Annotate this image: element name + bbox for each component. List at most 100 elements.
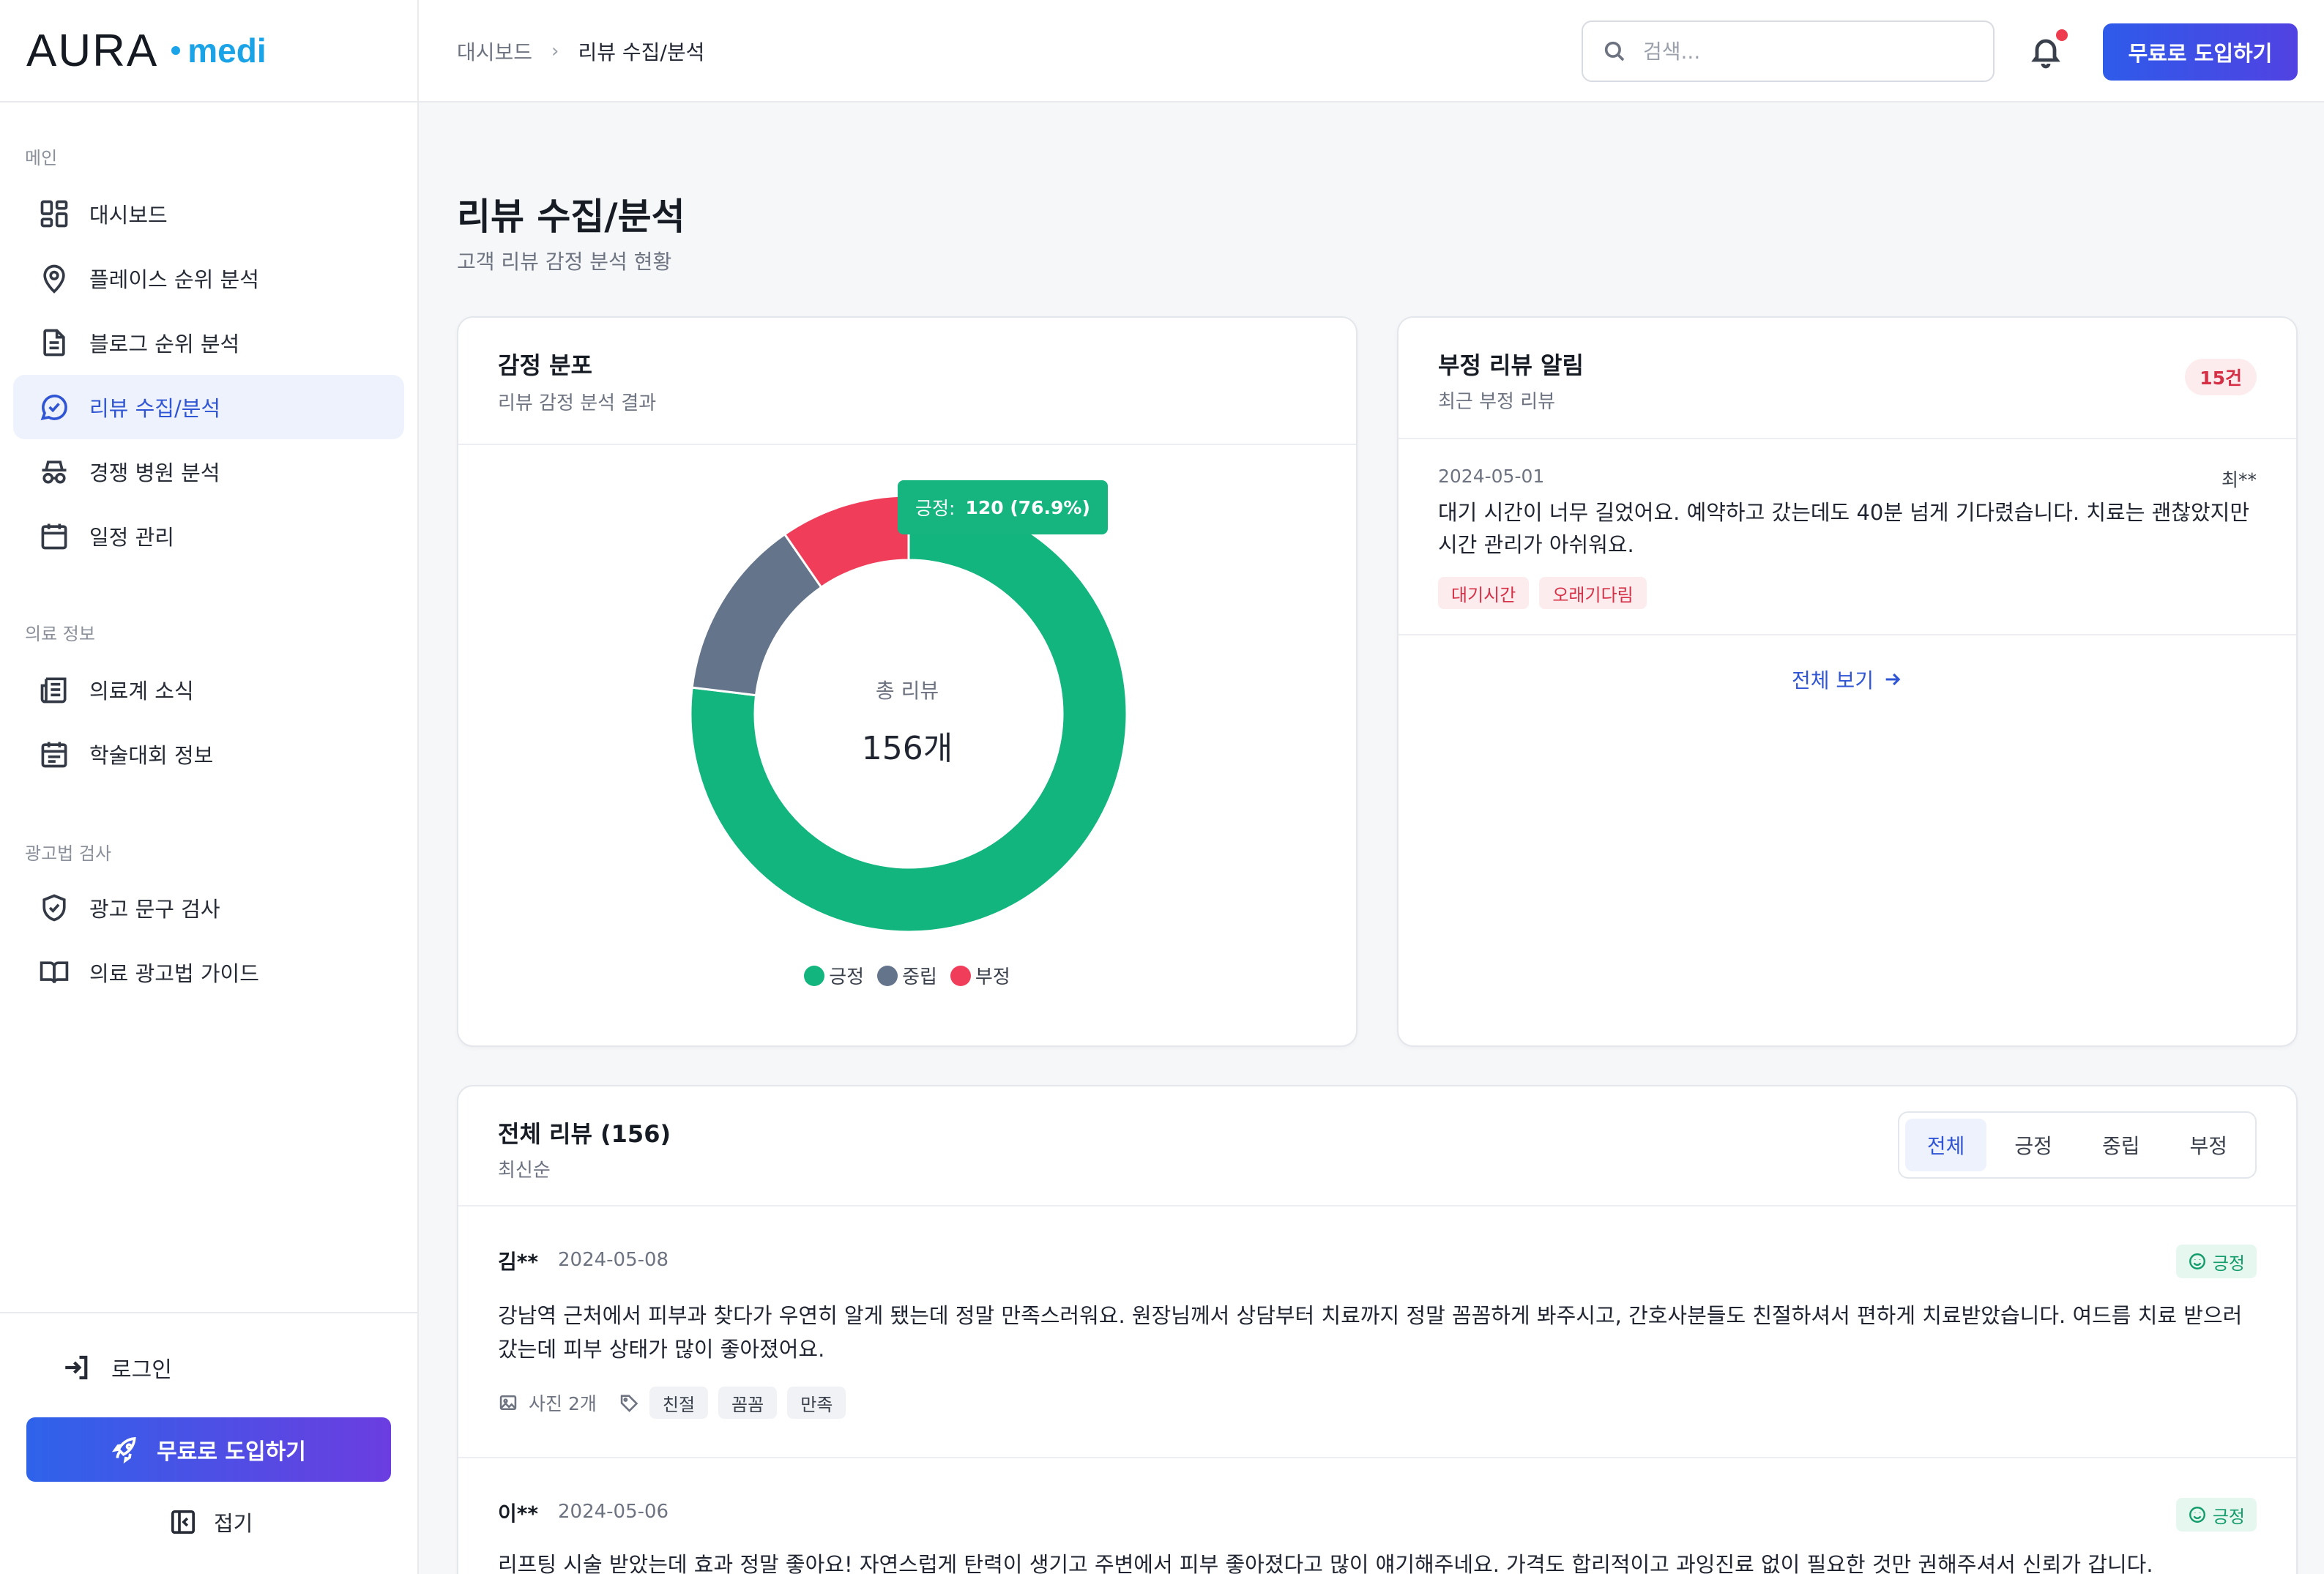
review-tag: 친절 — [649, 1387, 709, 1419]
notification-button[interactable] — [2028, 29, 2068, 69]
review-tag: 대기시간 — [1438, 577, 1530, 609]
sidebar-item-label: 학술대회 정보 — [89, 743, 214, 768]
calendar-icon — [41, 523, 67, 550]
photo-count: 사진 2개 — [529, 1393, 597, 1414]
legend-item-neutral[interactable]: 중립 — [877, 962, 937, 989]
sidebar-item-label: 블로그 순위 분석 — [89, 332, 240, 357]
sidebar-item-label: 리뷰 수집/분석 — [89, 396, 221, 421]
review-date: 2024-05-01 — [1438, 466, 1545, 487]
filter-positive[interactable]: 긍정 — [1992, 1119, 2074, 1171]
legend-label: 긍정 — [829, 966, 865, 988]
legend-label: 부정 — [975, 966, 1010, 988]
sidebar-item-label: 의료계 소식 — [89, 679, 194, 704]
sidebar-item-blog-ranking[interactable]: 블로그 순위 분석 — [13, 310, 404, 375]
logo[interactable]: AURA medi — [0, 0, 417, 102]
section-label-main: 메인 — [25, 148, 58, 168]
chart-tooltip: 긍정: 120 (76.9%) — [898, 480, 1108, 534]
image-icon — [499, 1395, 517, 1411]
login-label: 로그인 — [111, 1357, 172, 1383]
sidebar-item-competitor-analysis[interactable]: 경쟁 병원 분석 — [13, 439, 404, 504]
logo-dot-icon — [171, 46, 181, 55]
sidebar-cta-button[interactable]: 무료로 도입하기 — [26, 1417, 391, 1482]
sidebar-item-label: 대시보드 — [89, 203, 168, 228]
tag-icon — [620, 1395, 638, 1412]
sidebar-item-schedule[interactable]: 일정 관리 — [13, 504, 404, 568]
review-author: 최** — [2221, 469, 2257, 491]
sidebar-item-medical-news[interactable]: 의료계 소식 — [13, 657, 404, 722]
filter-all[interactable]: 전체 — [1904, 1119, 1987, 1171]
sidebar-item-label: 경쟁 병원 분석 — [89, 460, 220, 485]
login-icon — [65, 1355, 88, 1380]
donut-chart — [689, 494, 1128, 933]
breadcrumb-current: 리뷰 수집/분석 — [578, 40, 705, 64]
tooltip-value: 120 (76.9%) — [965, 496, 1090, 518]
collapse-button[interactable]: 접기 — [168, 1507, 253, 1537]
donut-center-label: 총 리뷰 — [875, 679, 939, 703]
tooltip-label: 긍정: — [915, 498, 956, 519]
document-icon — [43, 329, 65, 357]
review-author: 김** — [498, 1250, 539, 1274]
breadcrumb-home[interactable]: 대시보드 — [457, 37, 532, 66]
header-cta-button[interactable]: 무료로 도입하기 — [2103, 23, 2298, 81]
arrow-right-icon — [1885, 673, 1901, 686]
chat-check-icon — [40, 395, 67, 421]
rocket-icon — [112, 1436, 136, 1464]
card-title: 감정 분포 — [498, 351, 592, 379]
shield-check-icon — [42, 894, 66, 922]
card-title: 부정 리뷰 알림 — [1438, 351, 1584, 379]
notification-dot — [2056, 29, 2068, 41]
review-tag: 오래기다림 — [1539, 577, 1647, 609]
spy-icon — [42, 460, 67, 484]
card-subtitle: 리뷰 감정 분석 결과 — [498, 392, 657, 414]
legend-label: 중립 — [902, 966, 937, 988]
legend-dot — [804, 965, 825, 986]
sidebar-item-review-analysis[interactable]: 리뷰 수집/분석 — [13, 375, 404, 439]
map-pin-icon — [43, 264, 65, 294]
sidebar-item-place-ranking[interactable]: 플레이스 순위 분석 — [13, 246, 404, 310]
sentiment-distribution-card: 감정 분포 리뷰 감정 분석 결과 총 리뷰 156개 긍정: 120 (76.… — [457, 316, 1357, 1047]
search-icon — [1604, 41, 1625, 61]
review-text: 강남역 근처에서 피부과 찾다가 우연히 알게 됐는데 정말 만족스러워요. 원… — [498, 1303, 2243, 1362]
logo-wordmark: AURA — [26, 25, 159, 76]
chevron-right-icon: › — [551, 40, 559, 62]
card-subtitle: 최근 부정 리뷰 — [1438, 391, 1556, 413]
see-all-link[interactable]: 전체 보기 — [1399, 665, 2296, 694]
card-divider — [458, 444, 1356, 445]
card-title: 전체 리뷰 (156) — [498, 1120, 671, 1148]
section-label-medical-info: 의료 정보 — [25, 624, 95, 644]
sidebar-footer: 로그인 무료로 도입하기 접기 — [0, 1312, 419, 1574]
smile-icon — [2189, 1253, 2205, 1269]
review-meta: 사진 2개 친절 꼼꼼 만족 — [498, 1387, 846, 1419]
breadcrumb: 대시보드 › 리뷰 수집/분석 — [457, 37, 704, 66]
filter-neutral[interactable]: 중립 — [2080, 1119, 2162, 1171]
sidebar-item-ad-copy-check[interactable]: 광고 문구 검사 — [13, 876, 404, 940]
filter-negative[interactable]: 부정 — [2167, 1119, 2249, 1171]
review-divider — [458, 1457, 2296, 1458]
sentiment-badge: 긍정 — [2175, 1245, 2257, 1278]
sidebar-item-label: 광고 문구 검사 — [89, 897, 220, 922]
review-tags: 대기시간 오래기다림 — [1438, 577, 1647, 609]
sidebar-item-label: 플레이스 순위 분석 — [89, 267, 259, 292]
negative-review-alert-card: 부정 리뷰 알림 최근 부정 리뷰 15건 2024-05-01 최** 대기 … — [1397, 316, 2298, 1047]
review-text: 대기 시간이 너무 길었어요. 예약하고 갔는데도 40분 넘게 기다렸습니다.… — [1438, 500, 2250, 557]
sidebar-item-label: 일정 관리 — [89, 525, 174, 550]
review-date: 2024-05-08 — [558, 1249, 669, 1271]
sidebar-item-conference-info[interactable]: 학술대회 정보 — [13, 722, 404, 786]
legend-item-positive[interactable]: 긍정 — [804, 962, 864, 989]
sidebar-item-dashboard[interactable]: 대시보드 — [13, 182, 404, 246]
card-subtitle: 최신순 — [498, 1160, 551, 1182]
all-reviews-card: 전체 리뷰 (156) 최신순 전체 긍정 중립 부정 김** 2024-05-… — [457, 1085, 2298, 1574]
sidebar-item-ad-law-guide[interactable]: 의료 광고법 가이드 — [13, 940, 404, 1004]
calendar-list-icon — [41, 742, 67, 768]
collapse-sidebar-icon — [171, 1510, 195, 1534]
card-divider — [1399, 634, 2296, 635]
top-header: 대시보드 › 리뷰 수집/분석 무료로 도입하기 — [419, 0, 2324, 102]
legend-item-negative[interactable]: 부정 — [950, 962, 1010, 989]
card-divider — [1399, 438, 2296, 439]
legend-dot — [877, 965, 898, 986]
login-button[interactable]: 로그인 — [62, 1351, 172, 1384]
sentiment-label: 긍정 — [2212, 1253, 2245, 1274]
review-author: 이** — [498, 1502, 539, 1526]
search-input[interactable] — [1643, 39, 1980, 64]
smile-icon — [2189, 1507, 2205, 1523]
